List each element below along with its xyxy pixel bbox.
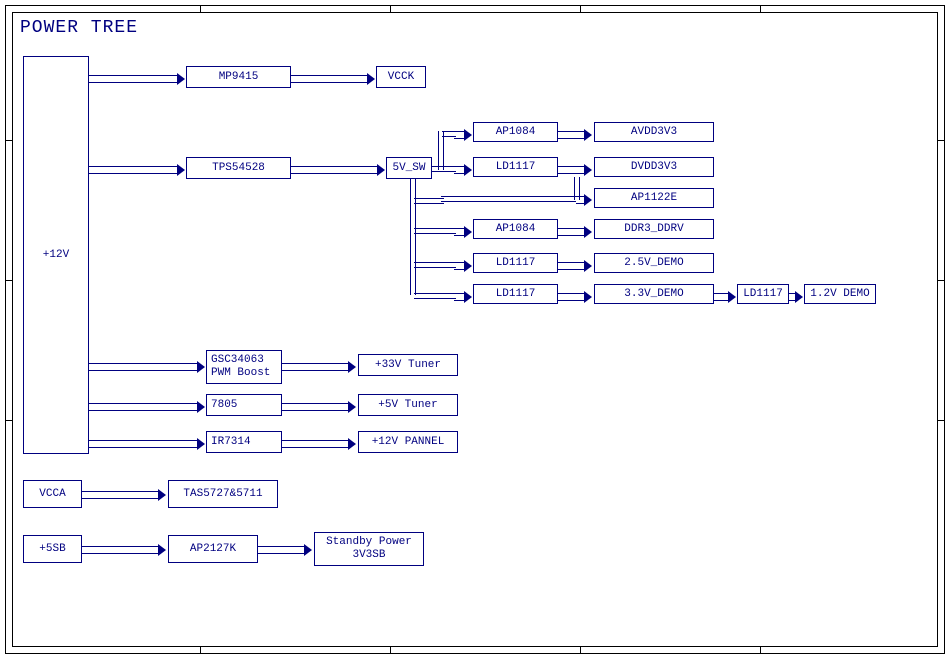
block-panel-12v: +12V PANNEL: [358, 431, 458, 453]
block-avdd3v3: AVDD3V3: [594, 122, 714, 142]
diagram-title: POWER TREE: [20, 18, 138, 38]
block-ap1122e: AP1122E: [594, 188, 714, 208]
block-dvdd3v3: DVDD3V3: [594, 157, 714, 177]
block-ld1117-d: LD1117: [737, 284, 789, 304]
block-gsc34063: GSC34063 PWM Boost: [206, 350, 282, 384]
block-tuner-33v: +33V Tuner: [358, 354, 458, 376]
block-tps54528: TPS54528: [186, 157, 291, 179]
block-ap2127k: AP2127K: [168, 535, 258, 563]
block-tas5727: TAS5727&5711: [168, 480, 278, 508]
block-5sb: +5SB: [23, 535, 82, 563]
block-5v-sw: 5V_SW: [386, 157, 432, 179]
block-2v5-demo: 2.5V_DEMO: [594, 253, 714, 273]
block-ir7314: IR7314: [206, 431, 282, 453]
block-ld1117-c: LD1117: [473, 284, 558, 304]
block-ap1084-a: AP1084: [473, 122, 558, 142]
block-ap1084-b: AP1084: [473, 219, 558, 239]
block-1v2-demo: 1.2V DEMO: [804, 284, 876, 304]
block-12v-input: +12V: [23, 56, 89, 454]
block-ddr3-ddrv: DDR3_DDRV: [594, 219, 714, 239]
block-ld1117-a: LD1117: [473, 157, 558, 177]
block-vcca: VCCA: [23, 480, 82, 508]
block-vcck: VCCK: [376, 66, 426, 88]
block-tuner-5v: +5V Tuner: [358, 394, 458, 416]
block-standby-power: Standby Power 3V3SB: [314, 532, 424, 566]
block-7805: 7805: [206, 394, 282, 416]
block-3v3-demo: 3.3V_DEMO: [594, 284, 714, 304]
block-mp9415: MP9415: [186, 66, 291, 88]
block-ld1117-b: LD1117: [473, 253, 558, 273]
